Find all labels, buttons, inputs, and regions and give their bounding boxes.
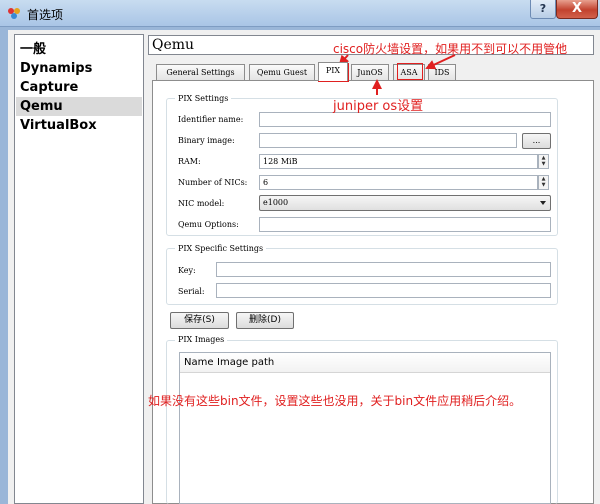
app-icon bbox=[8, 8, 20, 19]
qemu-options-input[interactable] bbox=[259, 217, 551, 232]
column-image-path[interactable]: Image path bbox=[217, 353, 274, 372]
category-dynamips[interactable]: Dynamips bbox=[16, 59, 142, 78]
qemu-options-label: Qemu Options: bbox=[178, 220, 239, 229]
tab-junos[interactable]: JunOS bbox=[351, 64, 389, 80]
serial-label: Serial: bbox=[178, 287, 205, 296]
spin-down-icon[interactable]: ▼ bbox=[539, 182, 548, 188]
nics-spinner[interactable]: ▲ ▼ bbox=[538, 175, 549, 190]
annotation-juniper: juniper os设置 bbox=[333, 99, 424, 114]
tab-general-settings[interactable]: General Settings bbox=[156, 64, 245, 80]
ram-spinner[interactable]: ▲ ▼ bbox=[538, 154, 549, 169]
ram-input[interactable]: 128 MiB bbox=[259, 154, 538, 169]
tab-ids[interactable]: IDS bbox=[428, 64, 456, 80]
binary-image-input[interactable] bbox=[259, 133, 517, 148]
nics-label: Number of NICs: bbox=[178, 178, 248, 187]
tab-qemu-guest[interactable]: Qemu Guest bbox=[249, 64, 315, 80]
highlight-box-asa bbox=[397, 63, 423, 80]
chevron-down-icon bbox=[540, 201, 546, 205]
delete-button[interactable]: 删除(D) bbox=[236, 312, 294, 329]
close-button[interactable]: X bbox=[556, 0, 598, 19]
annotation-bin: 如果没有这些bin文件，设置这些也没用，关于bin文件应用稍后介绍。 bbox=[148, 394, 522, 408]
nics-input[interactable]: 6 bbox=[259, 175, 538, 190]
category-virtualbox[interactable]: VirtualBox bbox=[16, 116, 142, 135]
pix-specific-title: PIX Specific Settings bbox=[175, 244, 267, 253]
serial-input[interactable] bbox=[216, 283, 551, 298]
category-qemu[interactable]: Qemu bbox=[16, 97, 142, 116]
pix-images-title: PIX Images bbox=[175, 335, 228, 344]
tab-pix[interactable]: PIX bbox=[318, 62, 348, 81]
pix-images-list[interactable]: Name Image path bbox=[179, 352, 551, 504]
help-button[interactable]: ? bbox=[530, 0, 556, 19]
spin-down-icon[interactable]: ▼ bbox=[539, 161, 548, 167]
nic-model-value: e1000 bbox=[263, 198, 289, 207]
identifier-label: Identifier name: bbox=[178, 115, 244, 124]
nic-model-select[interactable]: e1000 bbox=[259, 195, 551, 211]
title-bar: 首选项 ? X bbox=[0, 0, 600, 27]
browse-button[interactable]: ... bbox=[522, 133, 551, 149]
nic-model-label: NIC model: bbox=[178, 199, 225, 208]
list-header: Name Image path bbox=[180, 353, 550, 373]
binary-image-label: Binary image: bbox=[178, 136, 235, 145]
window-title: 首选项 bbox=[27, 8, 64, 22]
key-input[interactable] bbox=[216, 262, 551, 277]
ram-label: RAM: bbox=[178, 157, 201, 166]
column-name[interactable]: Name bbox=[184, 353, 214, 372]
save-button[interactable]: 保存(S) bbox=[170, 312, 229, 329]
category-list[interactable]: 一般 Dynamips Capture Qemu VirtualBox bbox=[14, 34, 144, 504]
category-capture[interactable]: Capture bbox=[16, 78, 142, 97]
category-general[interactable]: 一般 bbox=[16, 40, 142, 59]
pix-settings-title: PIX Settings bbox=[175, 94, 232, 103]
identifier-input[interactable] bbox=[259, 112, 551, 127]
annotation-cisco: cisco防火墙设置，如果用不到可以不用管他 bbox=[333, 42, 568, 56]
key-label: Key: bbox=[178, 266, 196, 275]
